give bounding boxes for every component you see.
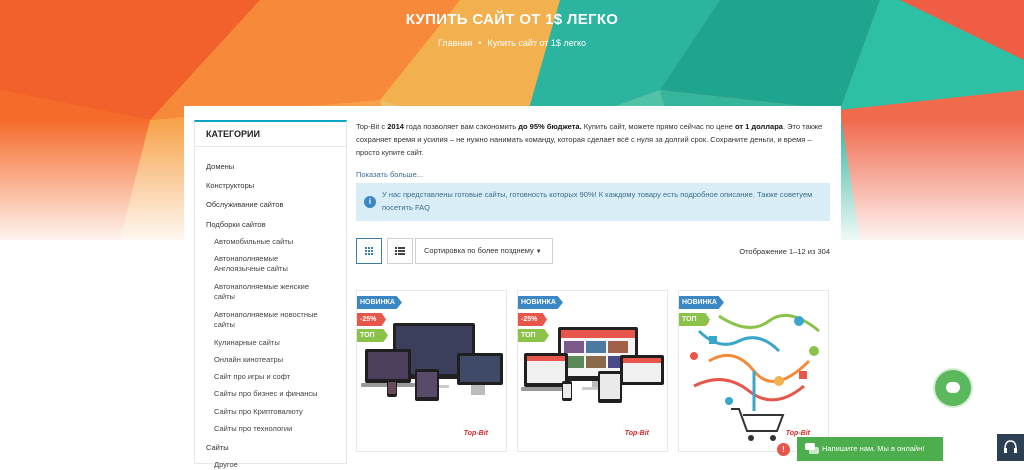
chat-widget-label: Напишите нам. Мы в онлайн! bbox=[822, 444, 925, 453]
sort-select[interactable]: Сортировка по более позднему ▼ bbox=[415, 238, 553, 264]
chat-icon bbox=[805, 443, 819, 454]
categories-sidebar: КАТЕГОРИИ Домены Конструкторы Обслуживан… bbox=[194, 120, 347, 469]
product-logo: Top-Bit bbox=[463, 430, 488, 437]
product-card[interactable]: НОВИНКА -25% ТОП Top-Bit bbox=[517, 290, 668, 452]
result-count: Отображение 1–12 из 304 bbox=[739, 247, 830, 256]
sale-badge: -25% bbox=[518, 313, 547, 326]
new-badge: НОВИНКА bbox=[679, 296, 724, 309]
sale-badge: -25% bbox=[357, 313, 386, 326]
subcategory-link[interactable]: Сайты про Криптовалюту bbox=[214, 407, 303, 417]
subcategory-link[interactable]: Сайт про игры и софт bbox=[214, 372, 290, 382]
chat-bubble-icon bbox=[946, 382, 960, 393]
show-more-link[interactable]: Показать больше... bbox=[356, 170, 423, 179]
content-card: КАТЕГОРИИ Домены Конструкторы Обслуживан… bbox=[184, 106, 841, 469]
new-badge: НОВИНКА bbox=[357, 296, 402, 309]
product-card[interactable]: НОВИНКА ТОП Top-Bit bbox=[678, 290, 829, 452]
caret-down-icon: ▼ bbox=[535, 249, 542, 255]
grid-icon bbox=[365, 247, 373, 255]
new-badge: НОВИНКА bbox=[518, 296, 563, 309]
info-icon: i bbox=[364, 196, 376, 208]
top-badge: ТОП bbox=[679, 313, 710, 326]
subcategory-link[interactable]: Кулинарные сайты bbox=[214, 338, 280, 348]
info-notice: i У нас представлены готовые сайты, гото… bbox=[356, 183, 830, 221]
list-icon bbox=[395, 247, 405, 255]
top-badge: ТОП bbox=[357, 329, 388, 342]
breadcrumb-separator: • bbox=[478, 38, 482, 48]
top-badge: ТОП bbox=[518, 329, 549, 342]
category-link[interactable]: Конструкторы bbox=[206, 181, 254, 191]
subcategory-link[interactable]: Автонаполняемые новостные сайты bbox=[214, 310, 334, 330]
intro-text: Top-Bit с 2014 года позволяет вам сэконо… bbox=[356, 120, 832, 159]
category-link[interactable]: Сайты bbox=[206, 443, 229, 453]
intro-price: от 1 доллара bbox=[734, 122, 783, 131]
category-link[interactable]: Обслуживание сайтов bbox=[206, 200, 284, 210]
product-logo: Top-Bit bbox=[785, 430, 810, 437]
intro-year: 2014 bbox=[387, 122, 404, 131]
intro-text-part: года позволяет вам сэкономить bbox=[403, 122, 519, 131]
page-title: КУПИТЬ САЙТ ОТ 1$ ЛЕГКО bbox=[405, 11, 619, 28]
chat-fab-button[interactable] bbox=[933, 368, 973, 408]
chat-widget-bar[interactable]: Напишите нам. Мы в онлайн! bbox=[797, 437, 943, 461]
breadcrumb-current: Купить сайт от 1$ легко bbox=[487, 38, 587, 48]
intro-savings: до 95% бюджета. bbox=[518, 122, 582, 131]
breadcrumb-home-link[interactable]: Главная bbox=[438, 38, 472, 48]
category-link[interactable]: Домены bbox=[206, 162, 234, 172]
categories-title: КАТЕГОРИИ bbox=[195, 122, 346, 147]
subcategory-link[interactable]: Сайты про бизнес и финансы bbox=[214, 389, 318, 399]
sort-select-label: Сортировка по более позднему bbox=[424, 246, 534, 255]
subcategory-link[interactable]: Другое bbox=[214, 460, 238, 470]
notice-text: У нас представлены готовые сайты, готовн… bbox=[382, 190, 813, 212]
category-link[interactable]: Подборки сайтов bbox=[206, 220, 266, 230]
product-card[interactable]: НОВИНКА -25% ТОП Top-Bit bbox=[356, 290, 507, 452]
subcategory-link[interactable]: Сайты про технологии bbox=[214, 424, 292, 434]
support-button[interactable] bbox=[997, 434, 1024, 461]
subcategory-link[interactable]: Автомобильные сайты bbox=[214, 237, 293, 247]
subcategory-link[interactable]: Автонаполняемые женские сайты bbox=[214, 282, 329, 302]
chat-alert-badge: ! bbox=[777, 443, 790, 456]
grid-view-button[interactable] bbox=[356, 238, 382, 264]
subcategory-link[interactable]: Онлайн кинотеатры bbox=[214, 355, 283, 365]
intro-text-part: Купить сайт, можете прямо сейчас по цене bbox=[581, 122, 735, 131]
intro-text-part: Top-Bit с bbox=[356, 122, 388, 131]
breadcrumb: Главная • Купить сайт от 1$ легко bbox=[0, 38, 1024, 48]
product-logo: Top-Bit bbox=[624, 430, 649, 437]
list-view-button[interactable] bbox=[387, 238, 413, 264]
subcategory-link[interactable]: Автонаполняемые Англоязычные сайты bbox=[214, 254, 324, 274]
headset-icon bbox=[1004, 440, 1017, 453]
